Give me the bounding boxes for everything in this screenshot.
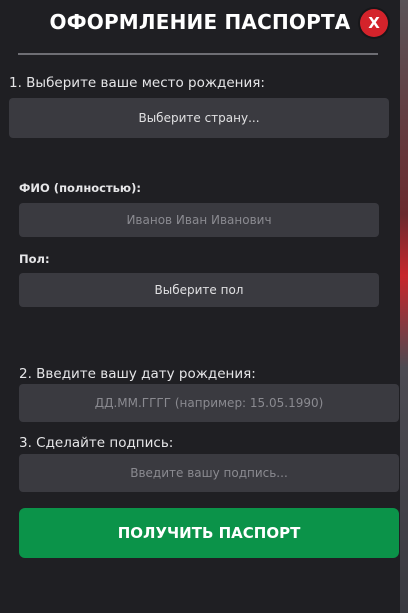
fio-label: ФИО (полностью):: [19, 181, 141, 195]
get-passport-button[interactable]: ПОЛУЧИТЬ ПАСПОРТ: [19, 508, 399, 558]
passport-dialog: ОФОРМЛЕНИЕ ПАСПОРТА X 1. Выберите ваше м…: [0, 0, 400, 613]
country-select[interactable]: Выберите страну...: [9, 98, 389, 138]
close-button[interactable]: X: [360, 9, 388, 37]
fio-input[interactable]: Иванов Иван Иванович: [19, 203, 379, 237]
step3-label: 3. Сделайте подпись:: [19, 435, 174, 451]
birthdate-input[interactable]: ДД.ММ.ГГГГ (например: 15.05.1990): [19, 384, 399, 422]
title-divider: [18, 53, 378, 55]
signature-input[interactable]: Введите вашу подпись...: [19, 454, 399, 492]
dialog-title: ОФОРМЛЕНИЕ ПАСПОРТА: [49, 10, 351, 34]
gender-select[interactable]: Выберите пол: [19, 273, 379, 307]
step2-label: 2. Введите вашу дату рождения:: [19, 366, 256, 382]
step1-label: 1. Выберите ваше место рождения:: [9, 75, 265, 91]
gender-label: Пол:: [19, 252, 50, 266]
